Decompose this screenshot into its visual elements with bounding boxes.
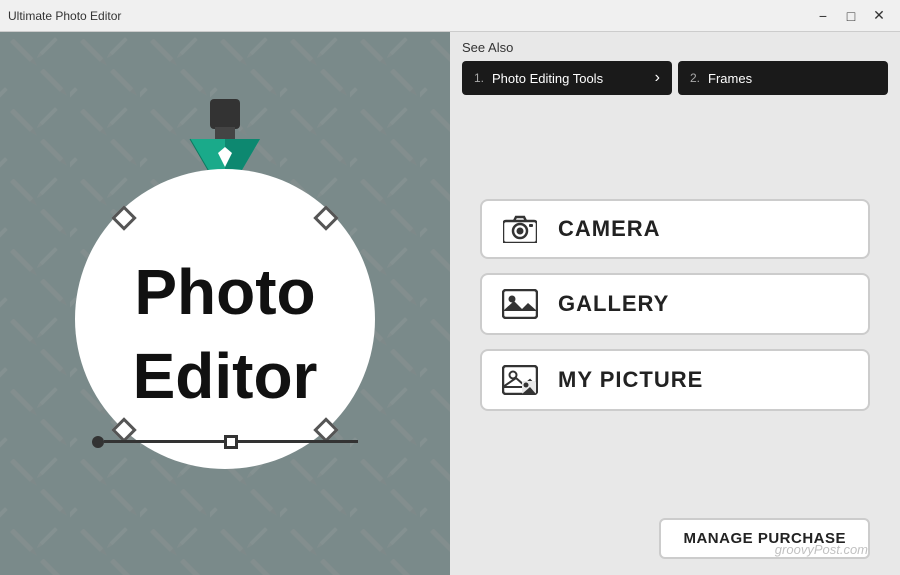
handle-bar-left: [104, 440, 224, 443]
see-also-item-2[interactable]: 2. Frames: [678, 61, 888, 95]
see-also-title: See Also: [462, 40, 888, 55]
camera-button-label: CAMERA: [558, 216, 661, 242]
minimize-button[interactable]: −: [810, 5, 836, 27]
camera-icon: [502, 215, 538, 243]
logo-text-editor: Editor: [133, 344, 318, 408]
maximize-button[interactable]: □: [838, 5, 864, 27]
watermark: groovyPost.com: [775, 542, 868, 557]
see-also-section: See Also 1. Photo Editing Tools › 2. Fra…: [450, 32, 900, 101]
left-panel: Photo Editor: [0, 32, 450, 575]
buttons-area: CAMERA GALLERY: [450, 101, 900, 508]
see-also-item-2-num: 2.: [690, 71, 700, 85]
titlebar: Ultimate Photo Editor − □ ✕: [0, 0, 900, 32]
corner-diamond-tr: [313, 205, 338, 230]
gallery-icon: [502, 289, 538, 319]
handle-line: [92, 435, 358, 449]
see-also-item-1-num: 1.: [474, 71, 484, 85]
logo-container: Photo Editor: [75, 169, 375, 469]
see-also-items: 1. Photo Editing Tools › 2. Frames: [462, 61, 888, 95]
see-also-item-1[interactable]: 1. Photo Editing Tools ›: [462, 61, 672, 95]
right-panel: See Also 1. Photo Editing Tools › 2. Fra…: [450, 32, 900, 575]
gallery-button[interactable]: GALLERY: [480, 273, 870, 335]
main-container: Photo Editor See Also 1. Photo Editing T…: [0, 32, 900, 575]
titlebar-controls: − □ ✕: [810, 5, 892, 27]
logo-circle: Photo Editor: [75, 169, 375, 469]
close-button[interactable]: ✕: [866, 5, 892, 27]
handle-bar-right: [238, 440, 358, 443]
my-picture-button[interactable]: MY PICTURE: [480, 349, 870, 411]
handle-square: [224, 435, 238, 449]
titlebar-title: Ultimate Photo Editor: [8, 9, 121, 23]
camera-button[interactable]: CAMERA: [480, 199, 870, 259]
handle-dot: [92, 436, 104, 448]
manage-area: MANAGE PURCHASE groovyPost.com: [450, 508, 900, 575]
picture-icon: [502, 365, 538, 395]
see-also-item-2-text: Frames: [708, 71, 876, 86]
logo-text-photo: Photo: [134, 260, 315, 324]
gallery-button-label: GALLERY: [558, 291, 669, 317]
chevron-right-icon: ›: [655, 69, 660, 87]
corner-diamond-tl: [111, 205, 136, 230]
my-picture-button-label: MY PICTURE: [558, 367, 703, 393]
see-also-item-1-text: Photo Editing Tools: [492, 71, 647, 86]
